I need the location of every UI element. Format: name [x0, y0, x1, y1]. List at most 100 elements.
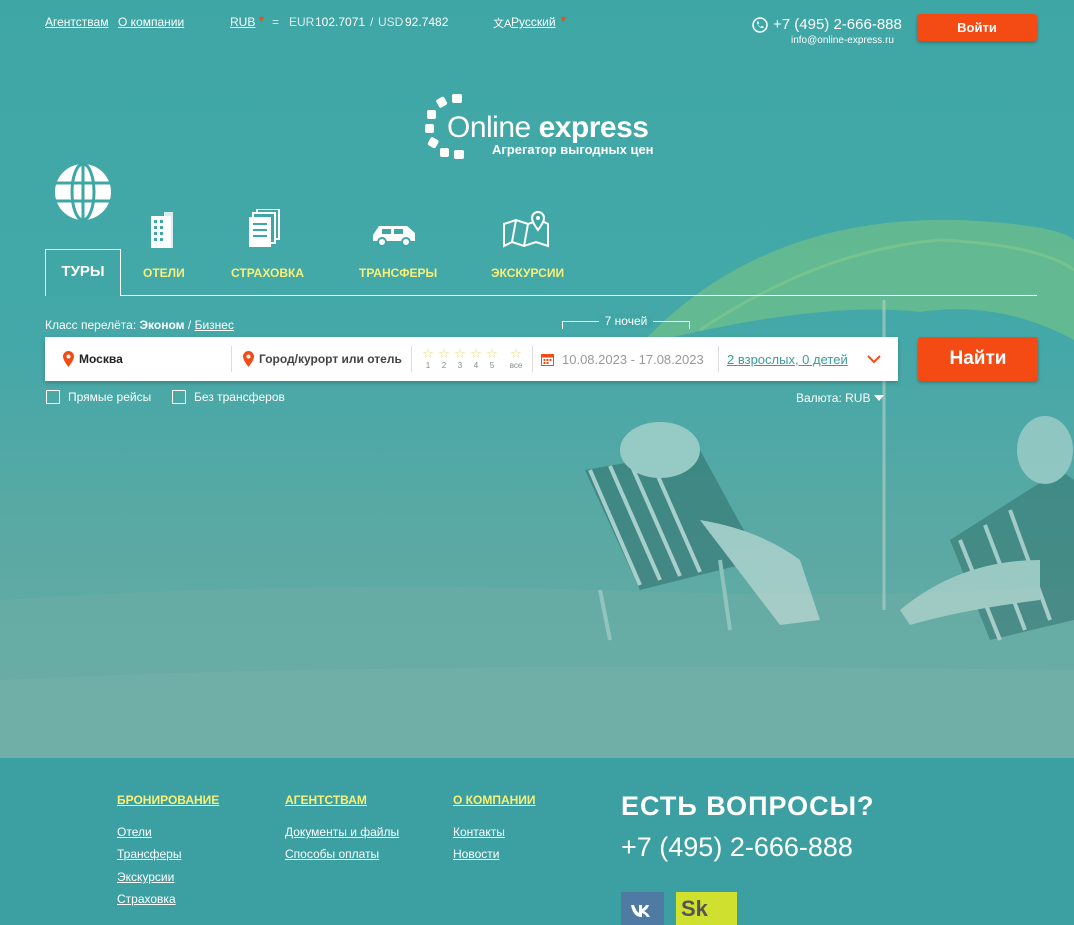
dates-value: 10.08.2023 - 17.08.2023 [562, 351, 704, 367]
currency-chevron-icon[interactable]: ▼ [257, 14, 266, 24]
star-number: 5 [489, 361, 495, 370]
star-3[interactable]: ☆ 3 [452, 346, 468, 370]
rate-separator: / [370, 15, 374, 29]
questions-title: ЕСТЬ ВОПРОСЫ? [621, 791, 875, 821]
partner-logo-text: Sk [681, 896, 708, 921]
footer-link-documents[interactable]: Документы и файлы [285, 825, 399, 839]
star-number: 3 [457, 361, 463, 370]
questions-phone[interactable]: +7 (495) 2-666-888 [621, 832, 853, 863]
find-button[interactable]: Найти [918, 337, 1038, 381]
footer-link-news[interactable]: Новости [453, 847, 499, 861]
usd-rate: 92.7482 [405, 15, 449, 29]
footer-link-contacts[interactable]: Контакты [453, 825, 505, 839]
star-all-label: все [509, 361, 523, 370]
vk-icon[interactable] [621, 892, 664, 925]
tab-excursions[interactable]: ЭКСКУРСИИ [491, 266, 564, 280]
guests-field[interactable]: 2 взрослых, 0 детей [727, 337, 887, 381]
divider [718, 346, 719, 372]
destination-field[interactable]: Город/курорт или отель [243, 337, 409, 381]
star-number: 2 [441, 361, 447, 370]
divider [411, 346, 412, 372]
login-button[interactable]: Войти [917, 14, 1037, 41]
language-selector[interactable]: Русский [511, 15, 556, 29]
star-icon: ☆ [422, 346, 434, 361]
skolkovo-logo[interactable]: Sk [676, 892, 737, 925]
tab-insurance[interactable]: СТРАХОВКА [231, 266, 304, 280]
footer-company-title[interactable]: О КОМПАНИИ [453, 793, 536, 807]
no-transfers-label: Без трансферов [194, 390, 285, 404]
eur-label: EUR [289, 15, 315, 29]
star-rating-filter[interactable]: ☆ 1 ☆ 2 ☆ 3 ☆ 4 ☆ 5 ☆ все [420, 337, 530, 381]
destination-placeholder: Город/курорт или отель [259, 352, 402, 366]
header-phone[interactable]: +7 (495) 2-666-888 [752, 16, 902, 33]
phone-icon [752, 16, 768, 33]
map-pin-icon[interactable] [502, 210, 550, 248]
documents-icon[interactable] [247, 209, 281, 249]
departure-field[interactable]: Москва [63, 337, 233, 381]
about-link[interactable]: О компании [118, 15, 184, 29]
email-link[interactable]: info@online-express.ru [791, 35, 894, 46]
star-icon: ☆ [438, 346, 450, 361]
search-form: Москва Город/курорт или отель ☆ 1 ☆ 2 ☆ 3 ☆… [45, 337, 898, 381]
divider [532, 346, 533, 372]
flight-class-label: Класс перелёта: [45, 318, 137, 332]
agents-link[interactable]: Агентствам [45, 15, 108, 29]
star-icon: ☆ [454, 346, 466, 361]
footer-link-transfers[interactable]: Трансферы [117, 847, 181, 861]
calendar-icon [541, 353, 554, 366]
star-icon: ☆ [510, 346, 522, 361]
tab-tours[interactable]: ТУРЫ [45, 249, 121, 296]
footer-link-payment[interactable]: Способы оплаты [285, 847, 379, 861]
star-number: 1 [425, 361, 431, 370]
star-all[interactable]: ☆ все [508, 346, 524, 370]
currency-dropdown[interactable]: Валюта: RUB [796, 391, 885, 405]
translate-icon: 文A [493, 18, 512, 30]
footer-link-insurance[interactable]: Страховка [117, 892, 176, 906]
star-1[interactable]: ☆ 1 [420, 346, 436, 370]
language-chevron-icon[interactable]: ▼ [559, 14, 568, 24]
equals-sign: = [272, 15, 280, 29]
checkbox-box[interactable] [46, 390, 60, 404]
logo-title-light: Online [447, 111, 531, 144]
flight-class: Класс перелёта: Эконом / Бизнес [45, 318, 234, 332]
footer-agents-title[interactable]: АГЕНТСТВАМ [285, 793, 367, 807]
footer-link-excursions[interactable]: Экскурсии [117, 870, 174, 884]
star-icon: ☆ [470, 346, 482, 361]
flight-class-slash: / [187, 318, 192, 332]
dates-field[interactable]: 10.08.2023 - 17.08.2023 [541, 337, 717, 381]
car-icon[interactable] [371, 223, 417, 247]
star-4[interactable]: ☆ 4 [468, 346, 484, 370]
usd-label: USD [378, 15, 404, 29]
eur-rate: 102.7071 [315, 15, 366, 29]
departure-city: Москва [79, 352, 123, 366]
caret-down-icon [874, 395, 885, 401]
hotel-building-icon[interactable] [148, 212, 176, 248]
direct-flights-label: Прямые рейсы [68, 390, 152, 404]
globe-icon [55, 162, 111, 222]
star-number: 4 [473, 361, 479, 370]
logo-title[interactable]: Online express [447, 111, 649, 145]
no-transfers-checkbox[interactable]: Без трансферов [172, 390, 285, 404]
star-icon: ☆ [486, 346, 498, 361]
chevron-down-icon[interactable] [866, 354, 881, 364]
flight-class-business[interactable]: Бизнес [195, 318, 234, 332]
footer-booking-title[interactable]: БРОНИРОВАНИЕ [117, 793, 219, 807]
tab-transfers[interactable]: ТРАНСФЕРЫ [359, 266, 437, 280]
tab-hotels[interactable]: ОТЕЛИ [143, 266, 185, 280]
flight-class-economy[interactable]: Эконом [140, 318, 185, 332]
phone-number: +7 (495) 2-666-888 [773, 16, 902, 33]
checkbox-box[interactable] [172, 390, 186, 404]
tabs-underline [121, 295, 1037, 296]
logo-subtitle: Агрегатор выгодных цен [492, 142, 654, 157]
currency-selector[interactable]: RUB [230, 15, 255, 29]
star-5[interactable]: ☆ 5 [484, 346, 500, 370]
footer-link-hotels[interactable]: Отели [117, 825, 152, 839]
logo-title-bold: express [538, 111, 649, 144]
guests-value: 2 взрослых, 0 детей [727, 351, 848, 367]
star-2[interactable]: ☆ 2 [436, 346, 452, 370]
nights-label: 7 ночей [598, 314, 654, 328]
nights-count: 7 ночей [562, 314, 690, 328]
divider [231, 346, 232, 372]
direct-flights-checkbox[interactable]: Прямые рейсы [46, 390, 151, 404]
vk-logo-glyph [631, 905, 650, 917]
